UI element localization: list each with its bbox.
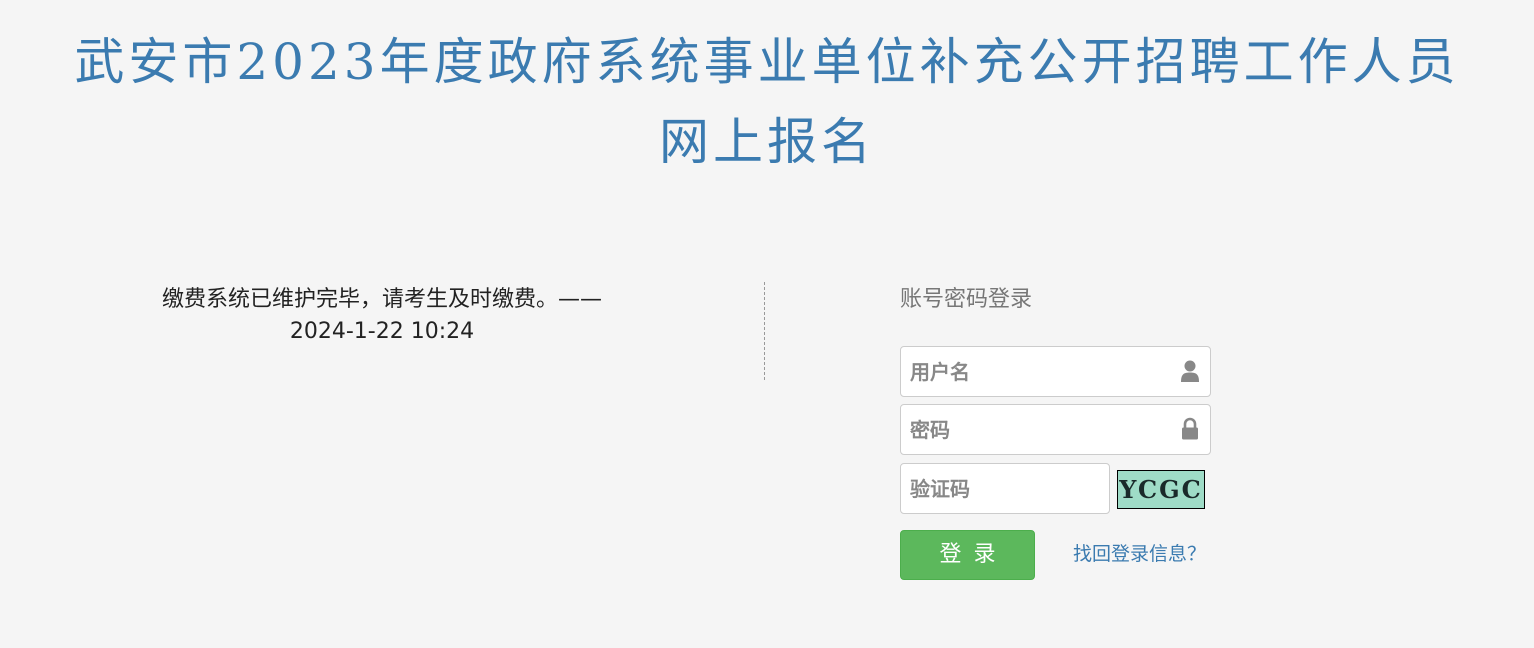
notice-panel: 缴费系统已维护完毕，请考生及时缴费。—— 2024-1-22 10:24 [130,284,634,348]
username-input[interactable] [901,347,1210,396]
page-title-line-1: 武安市2023年度政府系统事业单位补充公开招聘工作人员 [74,33,1460,91]
login-heading: 账号密码登录 [900,287,1033,312]
vertical-divider [764,282,765,380]
captcha-image[interactable]: YCGC [1117,470,1205,509]
password-field-wrapper [900,404,1211,455]
page-title: 武安市2023年度政府系统事业单位补充公开招聘工作人员 网上报名 [0,22,1534,182]
recover-login-link[interactable]: 找回登录信息？ [1073,539,1206,569]
user-icon [1181,360,1199,382]
lock-icon [1182,417,1198,440]
username-field-wrapper [900,346,1211,397]
captcha-field-wrapper [900,463,1110,514]
notice-timestamp: 2024-1-22 10:24 [289,319,475,344]
password-input[interactable] [901,405,1210,454]
notice-text: 缴费系统已维护完毕，请考生及时缴费。—— [161,287,602,312]
page-title-line-2: 网上报名 [659,113,875,171]
captcha-input[interactable] [901,464,1109,513]
login-button[interactable]: 登录 [900,530,1035,580]
captcha-image-text: YCGC [1119,475,1203,504]
